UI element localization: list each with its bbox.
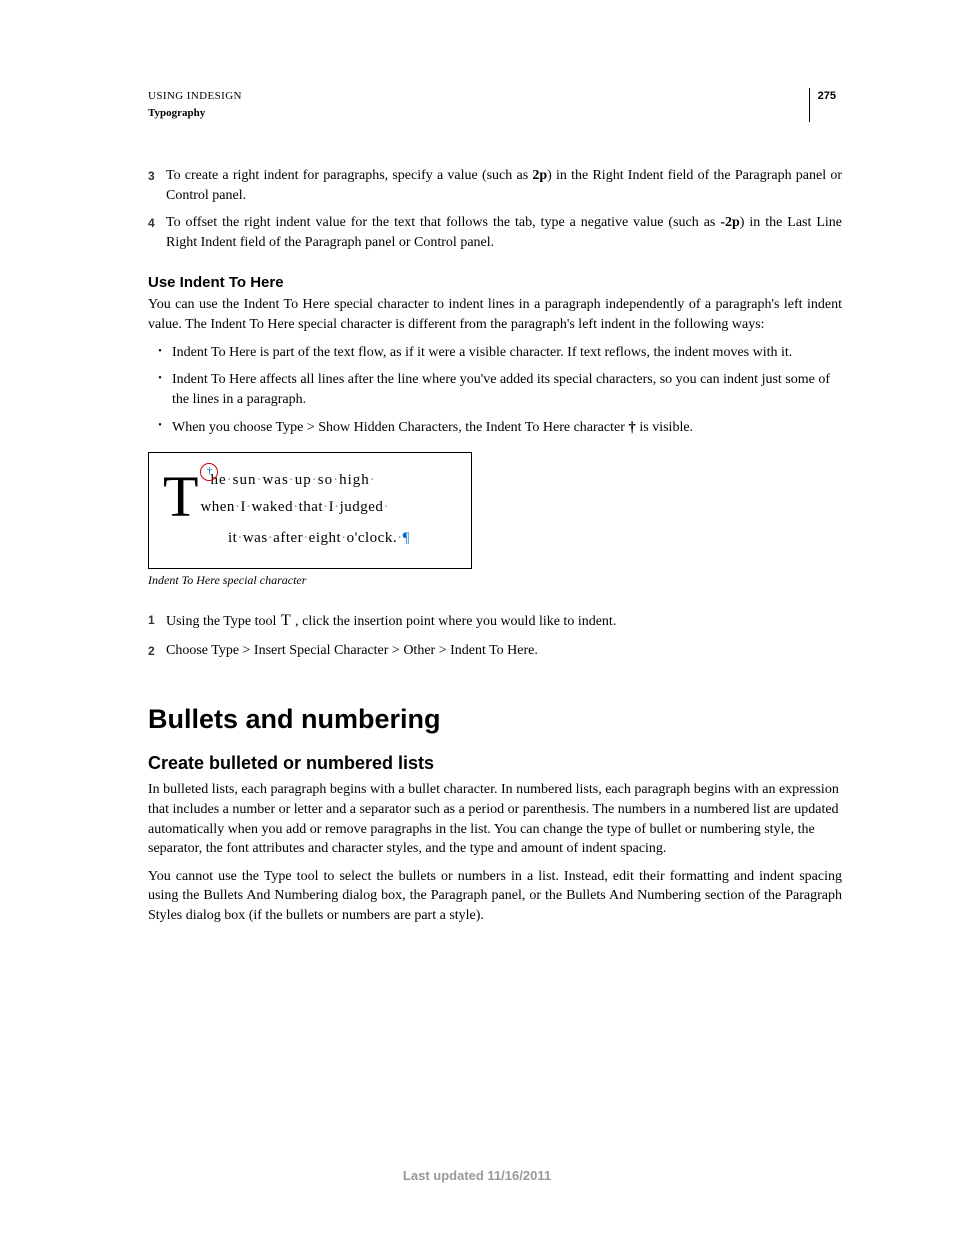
drop-cap: T	[163, 467, 200, 519]
list-item: 4 To offset the right indent value for t…	[148, 213, 842, 252]
list-item: 2 Choose Type > Insert Special Character…	[148, 641, 842, 661]
step-marker: 4	[148, 213, 166, 232]
body-paragraph: You can use the Indent To Here special c…	[148, 295, 842, 334]
bullet-text: Indent To Here is part of the text flow,…	[172, 343, 842, 363]
dagger-icon: †	[628, 420, 636, 436]
step-marker: 2	[148, 641, 166, 660]
figure-line: †he·sun·was·up·so·high·	[200, 472, 375, 488]
body-paragraph: In bulleted lists, each paragraph begins…	[148, 780, 842, 858]
bullet-icon: •	[148, 343, 172, 359]
bullet-text: Indent To Here affects all lines after t…	[172, 370, 842, 409]
numbered-steps-bottom: 1 Using the Type tool T , click the inse…	[148, 610, 842, 660]
body-paragraph: You cannot use the Type tool to select t…	[148, 867, 842, 926]
doc-title: USING INDESIGN	[148, 88, 242, 105]
document-page: USING INDESIGN Typography 275 3 To creat…	[0, 0, 954, 1235]
step-marker: 1	[148, 610, 166, 629]
step-marker: 3	[148, 166, 166, 185]
figure-caption: Indent To Here special character	[148, 573, 842, 588]
bullet-list: • Indent To Here is part of the text flo…	[148, 343, 842, 439]
pilcrow-icon: ¶	[403, 530, 410, 546]
bullet-icon: •	[148, 370, 172, 386]
subsection-heading: Create bulleted or numbered lists	[148, 753, 842, 774]
figure-line: when·I·waked·that·I·judged·	[200, 499, 388, 515]
step-text: Choose Type > Insert Special Character >…	[166, 641, 842, 661]
bullet-icon: •	[148, 417, 172, 433]
list-item: • Indent To Here is part of the text flo…	[148, 343, 842, 363]
page-header: USING INDESIGN Typography 275	[148, 88, 842, 122]
list-item: • When you choose Type > Show Hidden Cha…	[148, 417, 842, 438]
step-text: Using the Type tool T , click the insert…	[166, 610, 842, 632]
figure-indent-to-here: T †he·sun·was·up·so·high· when·I·waked·t…	[148, 452, 472, 569]
page-footer: Last updated 11/16/2011	[0, 1168, 954, 1183]
bullet-text: When you choose Type > Show Hidden Chara…	[172, 417, 842, 438]
page-number: 275	[809, 88, 842, 122]
header-left: USING INDESIGN Typography	[148, 88, 242, 122]
list-item: • Indent To Here affects all lines after…	[148, 370, 842, 409]
step-text: To create a right indent for paragraphs,…	[166, 166, 842, 205]
section-label: Typography	[148, 105, 242, 122]
list-item: 3 To create a right indent for paragraph…	[148, 166, 842, 205]
list-item: 1 Using the Type tool T , click the inse…	[148, 610, 842, 632]
step-text: To offset the right indent value for the…	[166, 213, 842, 252]
type-tool-icon: T	[280, 612, 292, 629]
figure-line: it·was·after·eight·o'clock.·¶	[228, 525, 459, 552]
subsection-heading: Use Indent To Here	[148, 274, 842, 291]
numbered-steps-top: 3 To create a right indent for paragraph…	[148, 166, 842, 252]
section-heading: Bullets and numbering	[148, 704, 842, 735]
